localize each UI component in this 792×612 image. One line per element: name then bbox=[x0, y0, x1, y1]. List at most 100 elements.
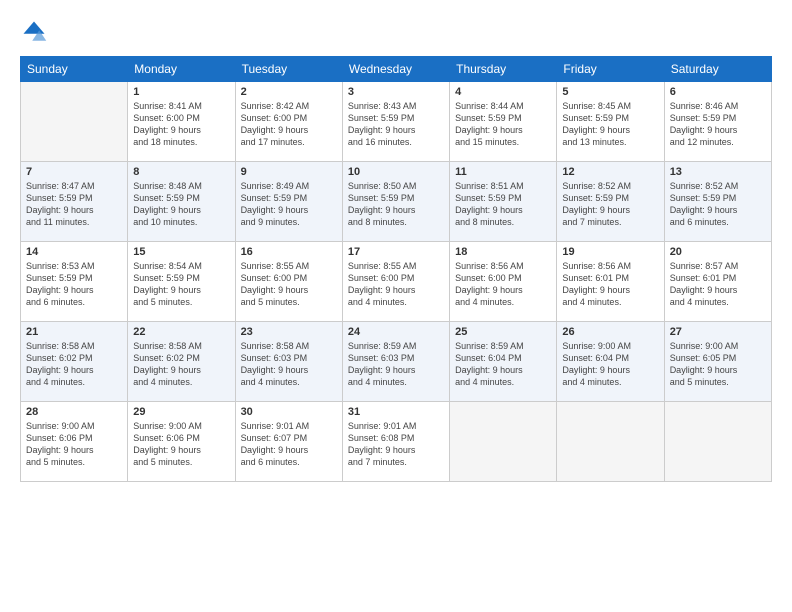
day-number: 18 bbox=[455, 246, 551, 258]
calendar-cell bbox=[450, 402, 557, 482]
day-number: 3 bbox=[348, 86, 444, 98]
day-number: 22 bbox=[133, 326, 229, 338]
calendar-cell: 1 Sunrise: 8:41 AM Sunset: 6:00 PM Daylig… bbox=[128, 82, 235, 162]
calendar-cell bbox=[557, 402, 664, 482]
weekday-header: Tuesday bbox=[235, 57, 342, 82]
day-info: Sunrise: 8:48 AM Sunset: 5:59 PM Dayligh… bbox=[133, 180, 229, 229]
day-number: 28 bbox=[26, 406, 122, 418]
day-number: 5 bbox=[562, 86, 658, 98]
day-info: Sunrise: 9:00 AM Sunset: 6:04 PM Dayligh… bbox=[562, 340, 658, 389]
day-number: 25 bbox=[455, 326, 551, 338]
day-info: Sunrise: 8:50 AM Sunset: 5:59 PM Dayligh… bbox=[348, 180, 444, 229]
day-number: 23 bbox=[241, 326, 337, 338]
day-number: 29 bbox=[133, 406, 229, 418]
day-info: Sunrise: 8:56 AM Sunset: 6:01 PM Dayligh… bbox=[562, 260, 658, 309]
calendar-cell: 4 Sunrise: 8:44 AM Sunset: 5:59 PM Daylig… bbox=[450, 82, 557, 162]
day-info: Sunrise: 8:58 AM Sunset: 6:02 PM Dayligh… bbox=[133, 340, 229, 389]
day-number: 2 bbox=[241, 86, 337, 98]
day-info: Sunrise: 9:01 AM Sunset: 6:07 PM Dayligh… bbox=[241, 420, 337, 469]
weekday-header: Wednesday bbox=[342, 57, 449, 82]
page: SundayMondayTuesdayWednesdayThursdayFrid… bbox=[0, 0, 792, 612]
day-info: Sunrise: 8:51 AM Sunset: 5:59 PM Dayligh… bbox=[455, 180, 551, 229]
day-number: 20 bbox=[670, 246, 766, 258]
calendar-cell: 24 Sunrise: 8:59 AM Sunset: 6:03 PM Dayli… bbox=[342, 322, 449, 402]
day-info: Sunrise: 9:00 AM Sunset: 6:05 PM Dayligh… bbox=[670, 340, 766, 389]
logo-icon bbox=[20, 18, 48, 46]
day-info: Sunrise: 8:54 AM Sunset: 5:59 PM Dayligh… bbox=[133, 260, 229, 309]
day-info: Sunrise: 8:55 AM Sunset: 6:00 PM Dayligh… bbox=[348, 260, 444, 309]
calendar-cell: 31 Sunrise: 9:01 AM Sunset: 6:08 PM Dayli… bbox=[342, 402, 449, 482]
day-info: Sunrise: 8:52 AM Sunset: 5:59 PM Dayligh… bbox=[562, 180, 658, 229]
calendar-cell: 30 Sunrise: 9:01 AM Sunset: 6:07 PM Dayli… bbox=[235, 402, 342, 482]
day-number: 1 bbox=[133, 86, 229, 98]
calendar-cell bbox=[21, 82, 128, 162]
day-info: Sunrise: 8:52 AM Sunset: 5:59 PM Dayligh… bbox=[670, 180, 766, 229]
day-number: 30 bbox=[241, 406, 337, 418]
weekday-header: Friday bbox=[557, 57, 664, 82]
calendar-cell: 2 Sunrise: 8:42 AM Sunset: 6:00 PM Daylig… bbox=[235, 82, 342, 162]
day-number: 31 bbox=[348, 406, 444, 418]
day-info: Sunrise: 8:47 AM Sunset: 5:59 PM Dayligh… bbox=[26, 180, 122, 229]
calendar-cell: 20Sunrise: 8:57 AM Sunset: 6:01 PM Dayli… bbox=[664, 242, 771, 322]
day-info: Sunrise: 8:59 AM Sunset: 6:04 PM Dayligh… bbox=[455, 340, 551, 389]
calendar-cell: 11 Sunrise: 8:51 AM Sunset: 5:59 PM Dayli… bbox=[450, 162, 557, 242]
day-info: Sunrise: 8:58 AM Sunset: 6:02 PM Dayligh… bbox=[26, 340, 122, 389]
calendar-cell: 26 Sunrise: 9:00 AM Sunset: 6:04 PM Dayli… bbox=[557, 322, 664, 402]
calendar-cell: 21 Sunrise: 8:58 AM Sunset: 6:02 PM Dayli… bbox=[21, 322, 128, 402]
calendar-cell: 9 Sunrise: 8:49 AM Sunset: 5:59 PM Daylig… bbox=[235, 162, 342, 242]
day-number: 7 bbox=[26, 166, 122, 178]
calendar-cell: 3Sunrise: 8:43 AM Sunset: 5:59 PM Daylig… bbox=[342, 82, 449, 162]
calendar-cell: 5Sunrise: 8:45 AM Sunset: 5:59 PM Daylig… bbox=[557, 82, 664, 162]
day-info: Sunrise: 8:41 AM Sunset: 6:00 PM Dayligh… bbox=[133, 100, 229, 149]
day-info: Sunrise: 9:00 AM Sunset: 6:06 PM Dayligh… bbox=[26, 420, 122, 469]
calendar-cell: 27 Sunrise: 9:00 AM Sunset: 6:05 PM Dayli… bbox=[664, 322, 771, 402]
calendar-cell: 17 Sunrise: 8:55 AM Sunset: 6:00 PM Dayli… bbox=[342, 242, 449, 322]
day-number: 13 bbox=[670, 166, 766, 178]
calendar-cell: 12 Sunrise: 8:52 AM Sunset: 5:59 PM Dayli… bbox=[557, 162, 664, 242]
calendar-cell: 22 Sunrise: 8:58 AM Sunset: 6:02 PM Dayli… bbox=[128, 322, 235, 402]
weekday-header: Sunday bbox=[21, 57, 128, 82]
calendar-cell: 25 Sunrise: 8:59 AM Sunset: 6:04 PM Dayli… bbox=[450, 322, 557, 402]
weekday-header: Saturday bbox=[664, 57, 771, 82]
day-number: 8 bbox=[133, 166, 229, 178]
day-number: 10 bbox=[348, 166, 444, 178]
day-number: 17 bbox=[348, 246, 444, 258]
day-info: Sunrise: 8:42 AM Sunset: 6:00 PM Dayligh… bbox=[241, 100, 337, 149]
day-number: 12 bbox=[562, 166, 658, 178]
day-number: 26 bbox=[562, 326, 658, 338]
calendar-cell: 19 Sunrise: 8:56 AM Sunset: 6:01 PM Dayli… bbox=[557, 242, 664, 322]
day-info: Sunrise: 8:53 AM Sunset: 5:59 PM Dayligh… bbox=[26, 260, 122, 309]
day-info: Sunrise: 8:46 AM Sunset: 5:59 PM Dayligh… bbox=[670, 100, 766, 149]
day-info: Sunrise: 9:01 AM Sunset: 6:08 PM Dayligh… bbox=[348, 420, 444, 469]
day-number: 14 bbox=[26, 246, 122, 258]
day-number: 24 bbox=[348, 326, 444, 338]
day-info: Sunrise: 8:58 AM Sunset: 6:03 PM Dayligh… bbox=[241, 340, 337, 389]
day-number: 4 bbox=[455, 86, 551, 98]
calendar-cell: 15 Sunrise: 8:54 AM Sunset: 5:59 PM Dayli… bbox=[128, 242, 235, 322]
calendar-cell: 10 Sunrise: 8:50 AM Sunset: 5:59 PM Dayli… bbox=[342, 162, 449, 242]
day-info: Sunrise: 8:55 AM Sunset: 6:00 PM Dayligh… bbox=[241, 260, 337, 309]
header bbox=[20, 18, 772, 46]
day-info: Sunrise: 8:44 AM Sunset: 5:59 PM Dayligh… bbox=[455, 100, 551, 149]
weekday-header: Thursday bbox=[450, 57, 557, 82]
day-number: 21 bbox=[26, 326, 122, 338]
calendar-cell: 23 Sunrise: 8:58 AM Sunset: 6:03 PM Dayli… bbox=[235, 322, 342, 402]
calendar-cell: 6 Sunrise: 8:46 AM Sunset: 5:59 PM Daylig… bbox=[664, 82, 771, 162]
calendar-cell: 14 Sunrise: 8:53 AM Sunset: 5:59 PM Dayli… bbox=[21, 242, 128, 322]
day-info: Sunrise: 8:49 AM Sunset: 5:59 PM Dayligh… bbox=[241, 180, 337, 229]
weekday-header: Monday bbox=[128, 57, 235, 82]
calendar-cell: 28 Sunrise: 9:00 AM Sunset: 6:06 PM Dayli… bbox=[21, 402, 128, 482]
calendar-cell: 18Sunrise: 8:56 AM Sunset: 6:00 PM Dayli… bbox=[450, 242, 557, 322]
day-number: 11 bbox=[455, 166, 551, 178]
day-info: Sunrise: 8:59 AM Sunset: 6:03 PM Dayligh… bbox=[348, 340, 444, 389]
calendar-cell: 29Sunrise: 9:00 AM Sunset: 6:06 PM Dayli… bbox=[128, 402, 235, 482]
day-number: 15 bbox=[133, 246, 229, 258]
day-number: 9 bbox=[241, 166, 337, 178]
day-number: 27 bbox=[670, 326, 766, 338]
day-number: 19 bbox=[562, 246, 658, 258]
calendar-cell: 16 Sunrise: 8:55 AM Sunset: 6:00 PM Dayli… bbox=[235, 242, 342, 322]
day-number: 16 bbox=[241, 246, 337, 258]
calendar-cell: 8 Sunrise: 8:48 AM Sunset: 5:59 PM Daylig… bbox=[128, 162, 235, 242]
calendar-cell: 7 Sunrise: 8:47 AM Sunset: 5:59 PM Daylig… bbox=[21, 162, 128, 242]
day-number: 6 bbox=[670, 86, 766, 98]
